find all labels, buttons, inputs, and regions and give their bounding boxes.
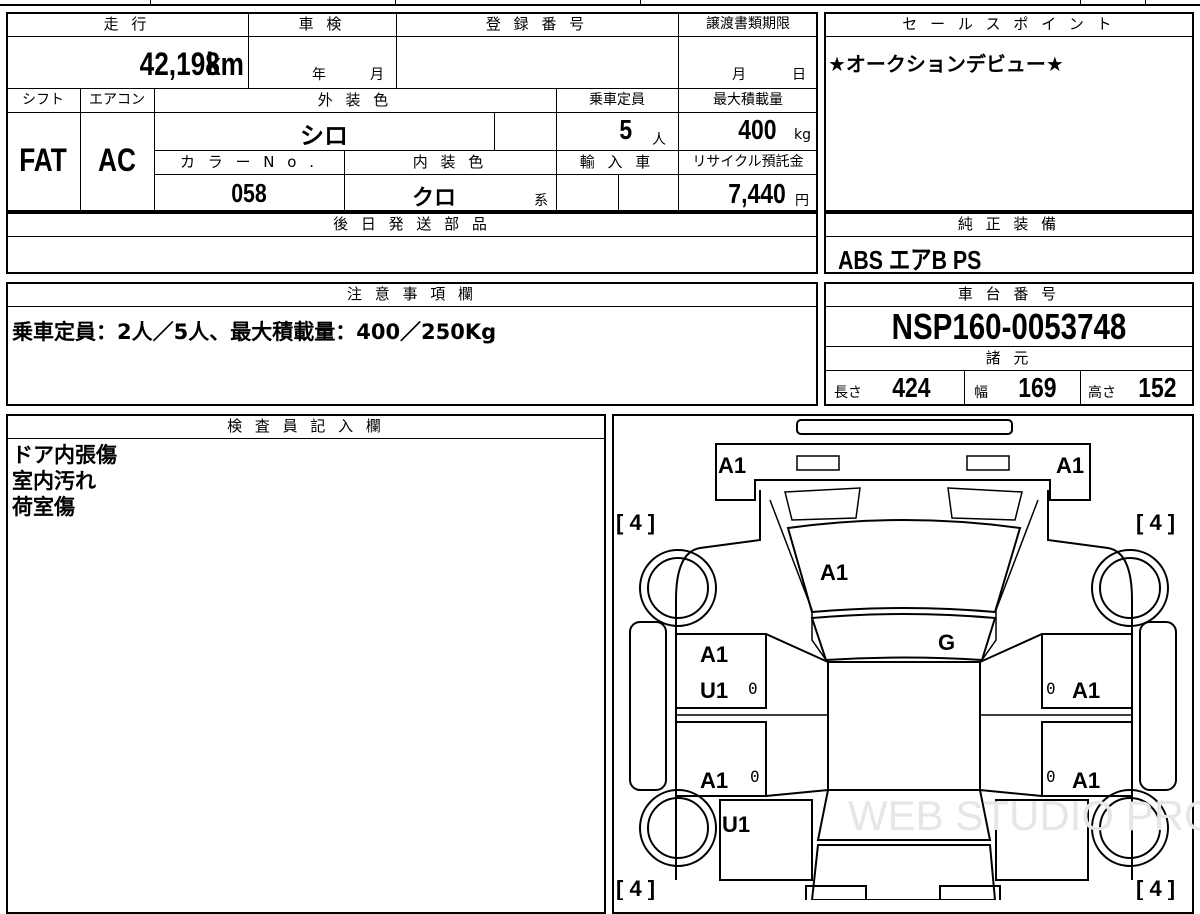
roof <box>827 661 981 791</box>
mark-right-rear-door: A1 <box>1072 768 1100 793</box>
windshield <box>810 613 997 662</box>
tire-rear-left-inner <box>647 797 709 859</box>
mark-front-right: A1 <box>1056 453 1084 478</box>
mark-zero: 0 <box>748 679 758 698</box>
tire-front-left <box>639 549 717 627</box>
mark-zero: 0 <box>1046 679 1056 698</box>
mark-front-left: A1 <box>718 453 746 478</box>
mark-left-rear-door: A1 <box>700 768 728 793</box>
mark-hood: A1 <box>820 560 848 585</box>
headlight-right <box>966 455 1010 471</box>
tailgate <box>810 844 997 900</box>
side-bar-right <box>1139 621 1177 791</box>
rear-bumper <box>805 885 867 900</box>
car-diagram: WEB STUDIO PRO A1 A1 A1 G A1 U1 0 A1 0 U… <box>616 419 1200 900</box>
rear-bumper <box>939 885 1001 900</box>
tire-front-right-inner <box>1099 557 1161 619</box>
headlight-left <box>796 455 840 471</box>
front-grille <box>784 487 1023 521</box>
side-bar-left <box>629 621 667 791</box>
mark-right-front-door: A1 <box>1072 678 1100 703</box>
mark-left-front-door-2: U1 <box>700 678 728 703</box>
tire-front-right <box>1091 549 1169 627</box>
mark-left-rear-quarter: U1 <box>722 812 750 837</box>
front-bumper <box>796 419 1013 435</box>
mark-tire-fr: [ 4 ] <box>1136 510 1175 535</box>
mark-left-front-door: A1 <box>700 642 728 667</box>
tire-rear-left <box>639 789 717 867</box>
mark-tire-rr: [ 4 ] <box>1136 876 1175 900</box>
tire-front-left-inner <box>647 557 709 619</box>
mark-tire-rl: [ 4 ] <box>616 876 655 900</box>
mark-windshield: G <box>938 630 955 655</box>
watermark: WEB STUDIO PRO <box>848 792 1200 839</box>
mark-zero: 0 <box>1046 767 1056 786</box>
front-panel <box>715 443 1091 501</box>
mark-zero: 0 <box>750 767 760 786</box>
mark-tire-fl: [ 4 ] <box>616 510 655 535</box>
